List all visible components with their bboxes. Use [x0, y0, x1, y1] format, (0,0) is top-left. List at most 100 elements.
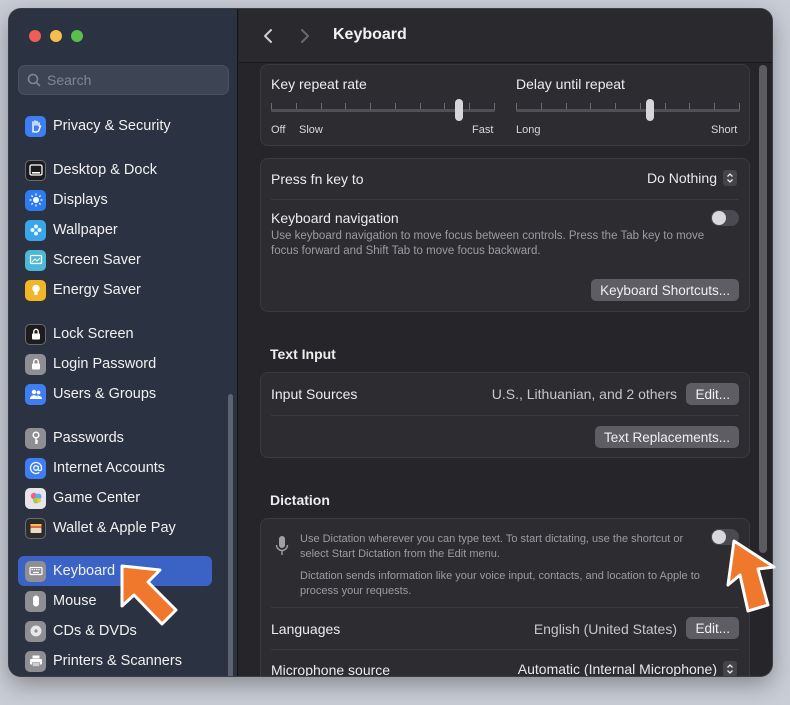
- delay-long-label: Long: [516, 124, 541, 136]
- search-icon: [27, 73, 41, 87]
- sidebar-item-desktop-dock[interactable]: Desktop & Dock: [18, 155, 212, 185]
- sidebar-item-internet-accounts[interactable]: Internet Accounts: [18, 453, 212, 483]
- back-button[interactable]: [258, 25, 278, 47]
- repeat-sliders-card: Key repeat rate Off Slow Fast Delay unti…: [260, 64, 750, 146]
- close-window-button[interactable]: [29, 30, 41, 42]
- row-divider: [271, 415, 739, 416]
- keyboard-settings-pane: Keyboard Key repeat rate Off Slow Fast D…: [239, 9, 772, 676]
- keyboard-options-card: Press fn key to Do Nothing Keyboard navi…: [260, 158, 750, 312]
- zoom-window-button[interactable]: [71, 30, 83, 42]
- sidebar-item-label: Passwords: [53, 430, 124, 446]
- sidebar-item-game-center[interactable]: Game Center: [18, 483, 212, 513]
- dock-icon: [25, 159, 46, 181]
- languages-value: English (United States): [533, 621, 677, 637]
- toolbar: Keyboard: [239, 9, 772, 63]
- mouse-icon: [25, 590, 46, 612]
- sidebar-item-label: Lock Screen: [53, 326, 134, 342]
- key-repeat-fast-label: Fast: [472, 124, 494, 136]
- fn-key-popup[interactable]: Do Nothing: [647, 170, 737, 186]
- sun-icon: [25, 189, 46, 211]
- delay-short-label: Short: [711, 124, 738, 136]
- sidebar-item-label: Users & Groups: [53, 386, 157, 402]
- row-divider: [271, 607, 739, 608]
- keyboard-shortcuts-button[interactable]: Keyboard Shortcuts...: [591, 279, 739, 301]
- screen-saver-icon: [25, 249, 46, 271]
- key-repeat-slow-label: Slow: [299, 124, 323, 136]
- sidebar-scrollbar[interactable]: [228, 394, 233, 676]
- sidebar-item-wallet-apple-pay[interactable]: Wallet & Apple Pay: [18, 513, 212, 543]
- slider-track: [516, 109, 740, 112]
- sidebar-item-label: Wallpaper: [53, 222, 118, 238]
- slider-knob[interactable]: [646, 99, 654, 121]
- fn-key-value: Do Nothing: [646, 170, 717, 186]
- input-sources-edit-button[interactable]: Edit...: [686, 383, 739, 405]
- sidebar-item-label: Printers & Scanners: [53, 653, 182, 669]
- sidebar-item-label: Desktop & Dock: [53, 162, 157, 178]
- sidebar-item-login-password[interactable]: Login Password: [18, 349, 212, 379]
- delay-repeat-slider[interactable]: [516, 98, 740, 124]
- search-field[interactable]: [18, 65, 229, 95]
- slider-knob[interactable]: [455, 99, 463, 121]
- disc-icon: [25, 620, 46, 642]
- key-repeat-slider[interactable]: [271, 98, 495, 124]
- row-divider: [271, 649, 739, 650]
- flower-icon: [25, 219, 46, 241]
- sidebar-item-users-groups[interactable]: Users & Groups: [18, 379, 212, 409]
- key-repeat-label: Key repeat rate: [271, 76, 367, 92]
- text-input-heading: Text Input: [270, 346, 336, 362]
- sidebar-item-label: Game Center: [53, 490, 141, 506]
- dictation-heading: Dictation: [270, 492, 330, 508]
- at-icon: [25, 457, 46, 479]
- key-repeat-off-label: Off: [271, 124, 286, 136]
- page-title: Keyboard: [333, 26, 407, 43]
- text-replacements-button[interactable]: Text Replacements...: [594, 426, 739, 448]
- sidebar-item-label: Mouse: [53, 593, 97, 609]
- sidebar-item-label: Privacy & Security: [53, 118, 171, 134]
- padlock-icon: [25, 353, 46, 375]
- main-scrollbar[interactable]: [759, 65, 767, 553]
- sidebar-item-label: Energy Saver: [53, 282, 141, 298]
- toggle-knob: [712, 211, 726, 225]
- sidebar-item-label: Screen Saver: [53, 252, 141, 268]
- keyboard-navigation-description: Use keyboard navigation to move focus be…: [271, 230, 705, 257]
- keyboard-navigation-label: Keyboard navigation: [271, 210, 399, 226]
- sidebar-item-label: Keyboard: [53, 563, 116, 579]
- window-controls: [29, 30, 83, 42]
- languages-edit-button[interactable]: Edit...: [686, 617, 739, 639]
- sidebar-item-privacy-security[interactable]: Privacy & Security: [18, 111, 212, 141]
- sidebar-item-passwords[interactable]: Passwords: [18, 423, 212, 453]
- microphone-source-popup[interactable]: Automatic (Internal Microphone): [518, 661, 737, 676]
- forward-button[interactable]: [295, 25, 315, 47]
- delay-repeat-label: Delay until repeat: [516, 76, 625, 92]
- sidebar-item-label: Login Password: [53, 356, 157, 372]
- printer-icon: [25, 650, 46, 672]
- sidebar-item-energy-saver[interactable]: Energy Saver: [18, 275, 212, 305]
- input-sources-label: Input Sources: [271, 386, 358, 402]
- users-icon: [25, 383, 46, 405]
- fn-key-label: Press fn key to: [271, 171, 364, 187]
- languages-label: Languages: [271, 621, 341, 637]
- dictation-card: Use Dictation wherever you can type text…: [260, 518, 750, 676]
- sidebar-item-lock-screen[interactable]: Lock Screen: [18, 319, 212, 349]
- sidebar-item-screen-saver[interactable]: Screen Saver: [18, 245, 212, 275]
- keyboard-navigation-toggle[interactable]: [711, 210, 739, 226]
- sidebar-item-displays[interactable]: Displays: [18, 185, 212, 215]
- microphone-source-value: Automatic (Internal Microphone): [517, 661, 717, 676]
- chevron-updown-icon: [723, 170, 737, 186]
- sidebar-item-wallpaper[interactable]: Wallpaper: [18, 215, 212, 245]
- chevron-left-icon: [264, 29, 272, 43]
- hand-icon: [25, 115, 46, 137]
- sidebar-item-printers-scanners[interactable]: Printers & Scanners: [18, 646, 212, 676]
- search-input[interactable]: [47, 72, 217, 88]
- lock-icon: [25, 323, 46, 345]
- sidebar-item-label: Displays: [53, 192, 108, 208]
- game-center-icon: [25, 487, 46, 509]
- sidebar-item-label: Internet Accounts: [53, 460, 166, 476]
- keyboard-icon: [25, 560, 46, 582]
- wallet-icon: [25, 517, 46, 539]
- minimize-window-button[interactable]: [50, 30, 62, 42]
- arrow-annotation-icon: [726, 539, 776, 613]
- chevron-updown-icon: [723, 661, 737, 676]
- microphone-icon: [275, 536, 289, 555]
- dictation-description: Use Dictation wherever you can type text…: [300, 533, 684, 560]
